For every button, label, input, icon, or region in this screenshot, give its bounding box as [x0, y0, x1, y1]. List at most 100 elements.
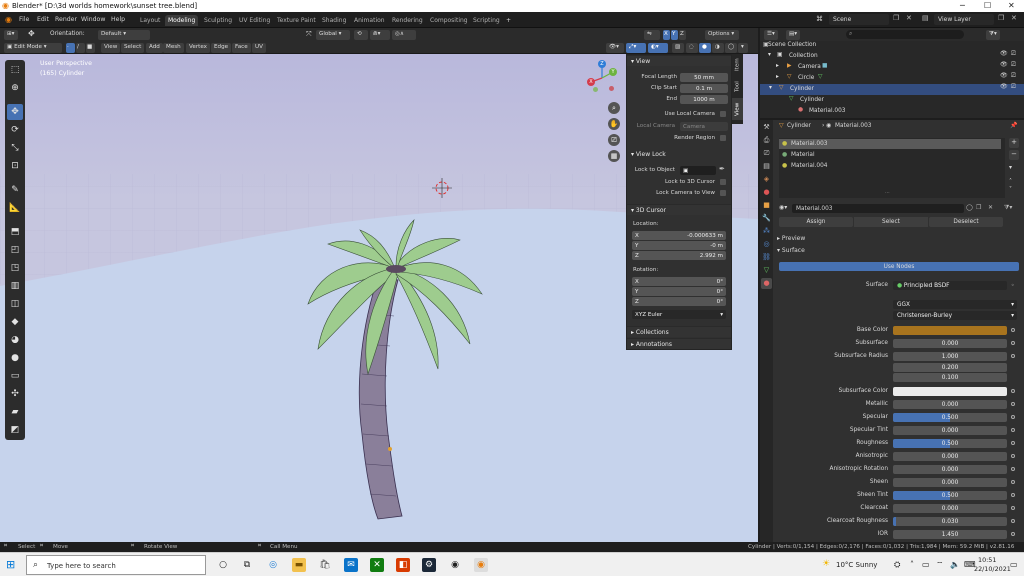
clip-start-field[interactable]: 0.1 m: [680, 84, 728, 93]
snap-icon[interactable]: ⋒▾: [370, 29, 390, 40]
render-props-icon[interactable]: ⎙: [761, 135, 772, 146]
clip-end-field[interactable]: 1000 m: [680, 95, 728, 104]
deselect-button[interactable]: Deselect: [929, 217, 1003, 227]
volume-icon[interactable]: 🔈: [950, 560, 960, 569]
close-button[interactable]: ✕: [1008, 1, 1015, 10]
tab-texture-paint[interactable]: Texture Paint: [274, 15, 319, 26]
preview-panel-header[interactable]: ▸ Preview: [773, 233, 1024, 244]
socket-icon[interactable]: [1011, 328, 1015, 332]
menu-help[interactable]: Help: [111, 16, 125, 23]
camera-view-icon[interactable]: ⎚: [608, 134, 620, 146]
collections-section-header[interactable]: ▸ Collections: [627, 326, 731, 337]
tab-modeling[interactable]: Modeling: [165, 15, 199, 26]
view-section-header[interactable]: ▾ View: [627, 55, 731, 66]
link-dropdown-icon[interactable]: ⧩▾: [1004, 204, 1012, 212]
rotation-x-field[interactable]: X 0°: [632, 277, 726, 286]
pin-icon[interactable]: 📌: [1010, 122, 1017, 129]
visibility-eye-icon[interactable]: 👁: [1000, 50, 1008, 57]
outliner-row-circle[interactable]: ▸ ▽ Circle ▽: [760, 73, 1024, 84]
pan-view-icon[interactable]: ✋: [608, 118, 620, 130]
add-workspace-button[interactable]: +: [503, 15, 514, 26]
render-camera-icon[interactable]: ⎚: [1011, 83, 1016, 91]
shader-input-field[interactable]: 0.000: [893, 426, 1007, 435]
shader-input-field[interactable]: 0.000: [893, 339, 1007, 348]
outliner-row-cylinder[interactable]: ▾ ▽ Cylinder: [760, 84, 1024, 95]
orientation-dropdown[interactable]: Default ▾: [98, 29, 150, 40]
outliner-row-material[interactable]: ● Material.003: [760, 106, 1024, 117]
menu-window[interactable]: Window: [81, 16, 105, 23]
outliner-row-scene-collection[interactable]: ▣ Scene Collection: [760, 40, 1024, 51]
mirror-y-toggle[interactable]: Y: [671, 29, 678, 40]
tab-shading[interactable]: Shading: [319, 15, 349, 26]
people-icon[interactable]: ⛭: [894, 560, 900, 570]
outliner-editor-type-icon[interactable]: ☰▾: [764, 29, 778, 40]
steam-icon[interactable]: ⚙: [422, 558, 436, 572]
vertex-select-mode-icon[interactable]: ·: [66, 42, 75, 53]
mirror-z-toggle[interactable]: Z: [679, 29, 686, 40]
material-slot-row[interactable]: ● Material.003: [779, 139, 1001, 149]
filter-icon[interactable]: ⧩▾: [986, 29, 1000, 40]
outliner-row-cylinder-mesh[interactable]: ▽ Cylinder: [760, 95, 1024, 106]
clock-date[interactable]: 22/10/2021: [974, 565, 1011, 573]
visibility-eye-icon[interactable]: 👁: [1000, 83, 1008, 90]
fake-user-icon[interactable]: ◯: [966, 204, 973, 211]
shading-rendered-icon[interactable]: ◯: [725, 42, 737, 53]
delete-view-layer-icon[interactable]: ✕: [1011, 14, 1017, 22]
modifier-props-icon[interactable]: 🔧: [761, 213, 772, 224]
physics-props-icon[interactable]: ◎: [761, 239, 772, 250]
material-slot-row[interactable]: ● Material: [779, 150, 1001, 160]
cortana-icon[interactable]: ○: [216, 558, 230, 572]
surface-panel-header[interactable]: ▾ Surface: [773, 245, 1024, 256]
render-region-checkbox[interactable]: [720, 135, 726, 141]
rotation-y-field[interactable]: Y 0°: [632, 287, 726, 296]
shader-input-field[interactable]: 0.000: [893, 400, 1007, 409]
smooth-tool-icon[interactable]: ●: [7, 350, 23, 366]
constraints-props-icon[interactable]: ⛓: [761, 252, 772, 263]
remove-slot-button[interactable]: −: [1009, 150, 1019, 160]
new-scene-icon[interactable]: ❐: [893, 14, 899, 22]
shading-options-icon[interactable]: ▾: [738, 42, 748, 53]
loop-cut-tool-icon[interactable]: ▥: [7, 278, 23, 294]
unlink-material-icon[interactable]: ✕: [988, 204, 993, 211]
menu-add[interactable]: Add: [146, 42, 163, 53]
navigation-gizmo[interactable]: Z X Y: [585, 60, 621, 96]
eyedropper-icon[interactable]: ✒: [719, 165, 725, 173]
shader-input-field[interactable]: 0.500: [893, 413, 1007, 422]
visibility-eye-icon[interactable]: 👁: [1000, 72, 1008, 79]
overlay-toggle-icon[interactable]: ◐▾: [648, 42, 668, 53]
assign-button[interactable]: Assign: [779, 217, 853, 227]
extrude-tool-icon[interactable]: ⬒: [7, 224, 23, 240]
outliner-search-input[interactable]: ⌕: [846, 30, 964, 39]
surface-shader-field[interactable]: ● Principled BSDF: [893, 281, 1007, 290]
rotation-z-field[interactable]: Z 0°: [632, 297, 726, 306]
annotate-tool-icon[interactable]: ✎: [7, 182, 23, 198]
store-icon[interactable]: 🛍: [318, 558, 332, 572]
shading-wireframe-icon[interactable]: ◌: [686, 42, 698, 53]
expand-icon[interactable]: ▾: [768, 52, 771, 58]
object-props-icon[interactable]: ■: [761, 200, 772, 211]
focal-length-field[interactable]: 50 mm: [680, 73, 728, 82]
weather-text[interactable]: 10°C Sunny: [836, 561, 877, 569]
socket-icon[interactable]: [1011, 389, 1015, 393]
edge-slide-tool-icon[interactable]: ▭: [7, 368, 23, 384]
socket-icon[interactable]: [1011, 493, 1015, 497]
view-layer-props-icon[interactable]: ▤: [761, 161, 772, 172]
shader-input-field[interactable]: 0.030: [893, 517, 1007, 526]
gizmo-y-icon[interactable]: Y: [609, 68, 617, 76]
expand-icon[interactable]: ▾: [769, 85, 772, 91]
socket-icon[interactable]: [1011, 402, 1015, 406]
rip-tool-icon[interactable]: ◩: [7, 422, 23, 438]
gizmo-x-icon[interactable]: X: [587, 78, 595, 86]
view-layer-selector[interactable]: View Layer: [934, 14, 994, 25]
perspective-toggle-icon[interactable]: ▦: [608, 150, 620, 162]
3d-cursor-section-header[interactable]: ▾ 3D Cursor: [627, 204, 731, 215]
slot-specials-icon[interactable]: ▾: [1009, 164, 1012, 171]
shader-input-field[interactable]: 0.200: [893, 363, 1007, 372]
socket-icon[interactable]: [1011, 519, 1015, 523]
socket-icon[interactable]: [1011, 441, 1015, 445]
render-camera-icon[interactable]: ⎚: [1011, 72, 1016, 80]
shader-color-swatch[interactable]: [893, 387, 1007, 396]
menu-vertex[interactable]: Vertex: [186, 42, 210, 53]
options-dropdown[interactable]: Options ▾: [705, 29, 739, 40]
shear-tool-icon[interactable]: ▰: [7, 404, 23, 420]
